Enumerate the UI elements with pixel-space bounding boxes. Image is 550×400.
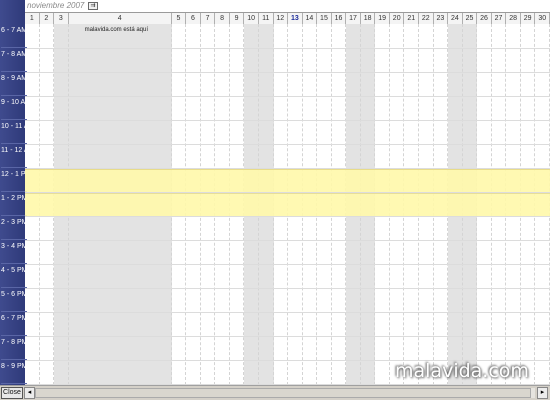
- hour-line: [25, 168, 550, 169]
- hour-line: [25, 72, 550, 73]
- day-header-29[interactable]: 29: [520, 13, 536, 24]
- day-header-23[interactable]: 23: [433, 13, 449, 24]
- day-header-25[interactable]: 25: [462, 13, 478, 24]
- month-label: noviembre 2007: [27, 1, 85, 10]
- scroll-right-icon[interactable]: ▸: [537, 387, 548, 399]
- day-header-18[interactable]: 18: [360, 13, 376, 24]
- time-slot-label: 9 - 10 AM: [1, 96, 31, 120]
- day-header-30[interactable]: 30: [535, 13, 550, 24]
- scrollbar-thumb[interactable]: [35, 388, 531, 398]
- watermark-logo: malavida.com: [395, 360, 529, 382]
- day-header-26[interactable]: 26: [477, 13, 492, 24]
- day-header-12[interactable]: 12: [273, 13, 289, 24]
- hour-line: [25, 144, 550, 145]
- time-slot-label: 1 - 2 PM: [1, 192, 27, 216]
- day-header-11[interactable]: 11: [258, 13, 274, 24]
- hour-line: [25, 288, 550, 289]
- day-header-4[interactable]: 4: [68, 13, 172, 24]
- highlighted-hours-divider: [25, 193, 550, 194]
- day-header-16[interactable]: 16: [331, 13, 347, 24]
- day-header-6[interactable]: 6: [186, 13, 201, 24]
- day-header-27[interactable]: 27: [491, 13, 507, 24]
- calendar-grid[interactable]: malavida.com está aquí: [25, 24, 550, 385]
- day-header-14[interactable]: 14: [302, 13, 318, 24]
- day-header-row: 1 2 3 4 5 6 7 8 9 10 11 12 13 14 15 16 17 18 19 20 21 22 23 24 2…: [25, 12, 550, 24]
- calendar-header: noviembre 2007 ⇉ 1 2 3 4 5 6 7 8 9 10 11 12 13 14 15 16…: [25, 0, 550, 24]
- day-header-13[interactable]: 13: [288, 13, 303, 24]
- close-button[interactable]: Close: [1, 387, 23, 399]
- day-header-3[interactable]: 3: [54, 13, 69, 24]
- hour-line: [25, 312, 550, 313]
- hour-line: [25, 240, 550, 241]
- calendar-window: noviembre 2007 ⇉ 1 2 3 4 5 6 7 8 9 10 11 12 13 14 15 16…: [0, 0, 550, 400]
- hour-line: [25, 264, 550, 265]
- day-header-19[interactable]: 19: [375, 13, 390, 24]
- day-header-2[interactable]: 2: [39, 13, 55, 24]
- day-header-10[interactable]: 10: [244, 13, 259, 24]
- day-header-24[interactable]: 24: [448, 13, 463, 24]
- navigate-button[interactable]: ⇉: [88, 2, 98, 10]
- time-slot-label: 11 - 12 AM: [1, 144, 34, 168]
- hour-line: [25, 192, 550, 193]
- time-slot-label: 8 - 9 PM: [1, 360, 27, 384]
- day-header-15[interactable]: 15: [317, 13, 332, 24]
- time-slot-label: 3 - 4 PM: [1, 240, 27, 264]
- day-header-22[interactable]: 22: [419, 13, 434, 24]
- hour-line: [25, 216, 550, 217]
- day-header-9[interactable]: 9: [229, 13, 245, 24]
- day-header-28[interactable]: 28: [506, 13, 521, 24]
- hour-line: [25, 96, 550, 97]
- time-slot-label: 10 - 11 AM: [1, 120, 34, 144]
- day-header-5[interactable]: 5: [171, 13, 187, 24]
- day-header-7[interactable]: 7: [200, 13, 216, 24]
- time-slot-label: 7 - 8 PM: [1, 336, 27, 360]
- scroll-left-icon[interactable]: ◂: [24, 387, 35, 399]
- day-header-17[interactable]: 17: [346, 13, 361, 24]
- hour-line: [25, 120, 550, 121]
- time-slot-label: 4 - 5 PM: [1, 264, 27, 288]
- time-slot-label: 12 - 1 PM: [1, 168, 31, 192]
- bottom-toolbar: Close ◂ ▸: [0, 385, 550, 400]
- time-slot-label: 6 - 7 AM: [1, 24, 27, 48]
- calendar-event[interactable]: malavida.com está aquí: [85, 27, 148, 33]
- time-slot-label: 6 - 7 PM: [1, 312, 27, 336]
- hour-line: [25, 48, 550, 49]
- day-header-20[interactable]: 20: [389, 13, 405, 24]
- day-header-8[interactable]: 8: [215, 13, 230, 24]
- horizontal-scrollbar[interactable]: [35, 388, 535, 398]
- day-header-21[interactable]: 21: [404, 13, 420, 24]
- time-slot-label: 7 - 8 AM: [1, 48, 27, 72]
- time-slot-label: 2 - 3 PM: [1, 216, 27, 240]
- day-header-1[interactable]: 1: [25, 13, 40, 24]
- time-column: 6 - 7 AM 7 - 8 AM 8 - 9 AM 9 - 10 AM 10 - 11…: [0, 0, 34, 385]
- time-slot-label: 5 - 6 PM: [1, 288, 27, 312]
- hour-line: [25, 336, 550, 337]
- time-slot-label: 8 - 9 AM: [1, 72, 27, 96]
